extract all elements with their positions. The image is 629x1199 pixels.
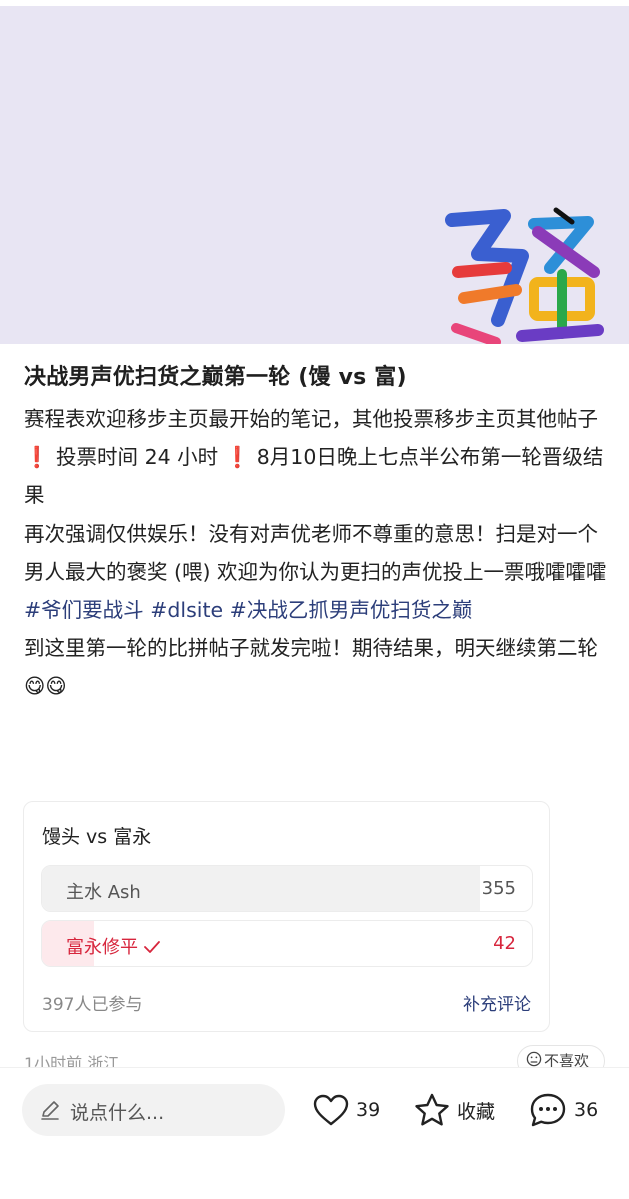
favorite-label: 收藏 (457, 1100, 496, 1123)
body-paragraph: 赛程表欢迎移步主页最开始的笔记，其他投票移步主页其他帖子 (24, 407, 598, 431)
poll-option-label: 富永修平 (66, 933, 160, 959)
poll-option[interactable]: 主水 Ash 355 (41, 865, 533, 912)
comment-count: 36 (574, 1099, 599, 1121)
poll-option-count: 42 (493, 933, 516, 954)
poll-option-count: 355 (481, 878, 516, 899)
post-title: 决战男声优扫货之巅第一轮 (馒 vs 富) (24, 365, 407, 390)
chat-bubble-icon (530, 1093, 566, 1127)
supplement-comment-link[interactable]: 补充评论 (463, 990, 531, 1015)
post-body: 赛程表欢迎移步主页最开始的笔记，其他投票移步主页其他帖子 ❗ 投票时间 24 小… (24, 400, 614, 706)
poll-option-selected[interactable]: 富永修平 42 (41, 920, 533, 967)
comment-placeholder: 说点什么... (70, 1102, 165, 1124)
checkmark-icon (144, 937, 160, 958)
star-icon (415, 1093, 449, 1126)
body-paragraph: 到这里第一轮的比拼帖子就发完啦！期待结果，明天继续第二轮😋😋 (24, 636, 598, 699)
body-text: 再次强调仅供娱乐！没有对声优老师不尊重的意思！扫是对一个男人最大的褒奖 (喂) … (24, 521, 607, 584)
calligraphy-art (445, 207, 604, 344)
hashtag-link[interactable]: #dlsite (150, 598, 223, 622)
hashtag-link[interactable]: #爷们要战斗 (24, 598, 144, 622)
body-paragraph: ❗ 投票时间 24 小时 ❗ 8月10日晚上七点半公布第一轮晋级结果 (24, 445, 604, 508)
heart-icon (313, 1094, 349, 1126)
favorite-button[interactable]: 收藏 (413, 1090, 495, 1130)
bottom-action-bar: 说点什么... 39 收藏 36 (0, 1067, 629, 1199)
like-count: 39 (356, 1099, 381, 1121)
poll-title: 馒头 vs 富永 (42, 826, 152, 848)
hashtag-link[interactable]: #决战乙抓男声优扫货之巅 (230, 598, 473, 622)
post-content: 决战男声优扫货之巅第一轮 (馒 vs 富) 赛程表欢迎移步主页最开始的笔记，其他… (24, 360, 614, 706)
comment-button[interactable]: 36 (528, 1090, 598, 1130)
poll-option-name: 富永修平 (66, 937, 138, 958)
cover-image[interactable] (0, 6, 629, 344)
poll-card: 馒头 vs 富永 主水 Ash 355 富永修平 42 397人已参与 补充评论 (23, 801, 550, 1032)
poll-participants: 397人已参与 (42, 995, 143, 1015)
body-paragraph: 再次强调仅供娱乐！没有对声优老师不尊重的意思！扫是对一个男人最大的褒奖 (喂) … (24, 515, 614, 630)
like-button[interactable]: 39 (312, 1090, 380, 1130)
poll-option-label: 主水 Ash (66, 882, 141, 903)
pen-icon (39, 1099, 61, 1125)
comment-input[interactable]: 说点什么... (22, 1084, 285, 1136)
